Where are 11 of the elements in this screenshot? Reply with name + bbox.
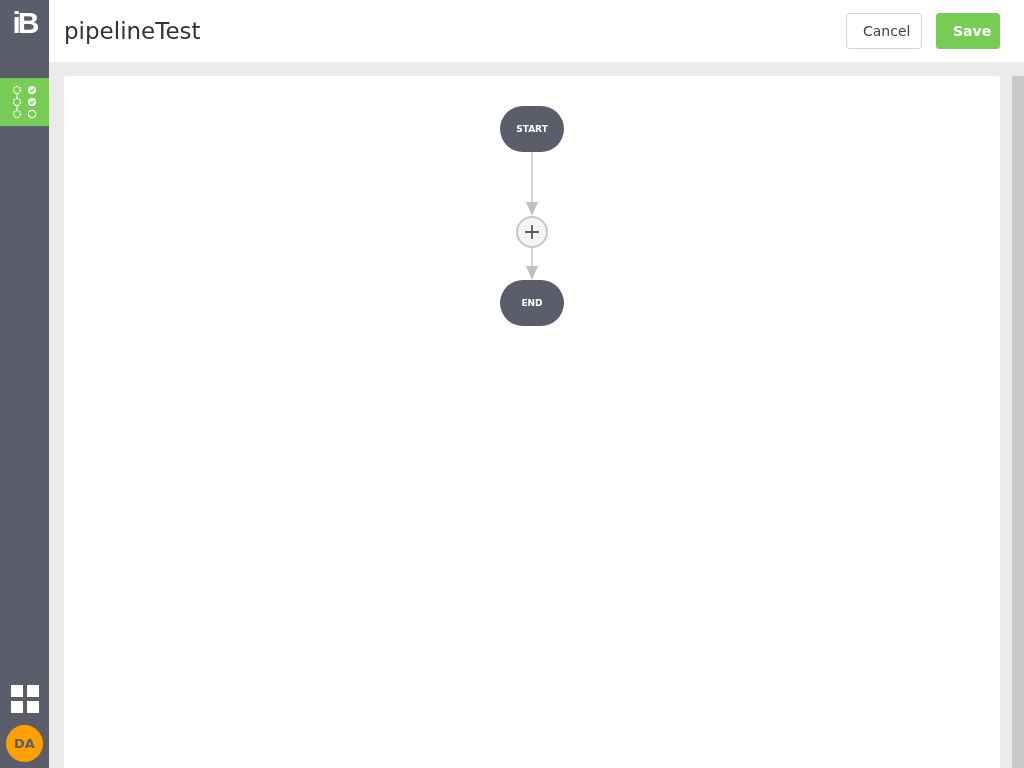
connector-arrow bbox=[525, 248, 539, 280]
page-title: pipelineTest bbox=[64, 18, 201, 44]
add-step-icon[interactable] bbox=[516, 216, 548, 248]
app-logo[interactable]: iB bbox=[12, 0, 37, 52]
apps-grid-icon[interactable] bbox=[10, 685, 39, 713]
scrollbar[interactable] bbox=[1012, 76, 1024, 768]
cancel-button[interactable]: Cancel bbox=[846, 13, 922, 49]
connector-arrow bbox=[525, 152, 539, 216]
pipeline-steps-icon bbox=[12, 85, 37, 119]
pipeline-node: END bbox=[500, 280, 564, 326]
pipeline-node: START bbox=[500, 106, 564, 152]
